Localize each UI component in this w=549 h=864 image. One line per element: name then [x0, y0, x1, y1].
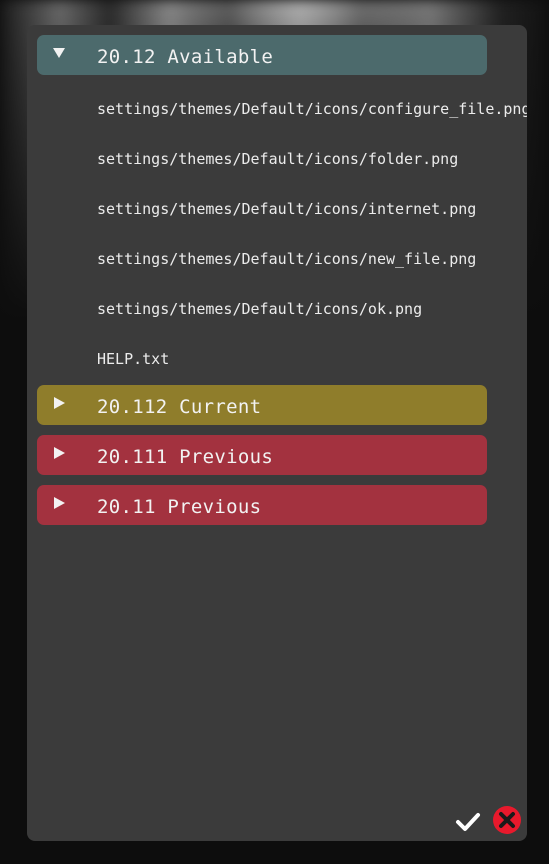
triangle-right-icon — [54, 447, 65, 459]
close-circle-icon[interactable] — [492, 805, 522, 835]
triangle-right-icon — [54, 397, 65, 409]
file-item: settings/themes/Default/icons/new_file.p… — [97, 250, 477, 268]
checkmark-icon[interactable] — [455, 809, 481, 835]
triangle-down-icon — [53, 48, 65, 58]
section-header-previous-1[interactable]: 20.111 Previous — [37, 435, 487, 475]
file-item: HELP.txt — [97, 350, 170, 368]
section-header-available[interactable]: 20.12 Available — [37, 35, 487, 75]
file-item: settings/themes/Default/icons/configure_… — [97, 100, 527, 118]
update-dialog: 20.12 Available settings/themes/Default/… — [27, 25, 527, 841]
file-item: settings/themes/Default/icons/ok.png — [97, 300, 423, 318]
file-item: settings/themes/Default/icons/folder.png — [97, 150, 459, 168]
section-header-current[interactable]: 20.112 Current — [37, 385, 487, 425]
file-item: settings/themes/Default/icons/internet.p… — [97, 200, 477, 218]
section-title: 20.112 Current — [97, 396, 262, 418]
section-header-previous-2[interactable]: 20.11 Previous — [37, 485, 487, 525]
dialog-content: 20.12 Available settings/themes/Default/… — [27, 25, 527, 841]
section-title: 20.111 Previous — [97, 446, 274, 468]
triangle-right-icon — [54, 497, 65, 509]
section-title: 20.11 Previous — [97, 496, 262, 518]
section-title: 20.12 Available — [97, 46, 274, 68]
